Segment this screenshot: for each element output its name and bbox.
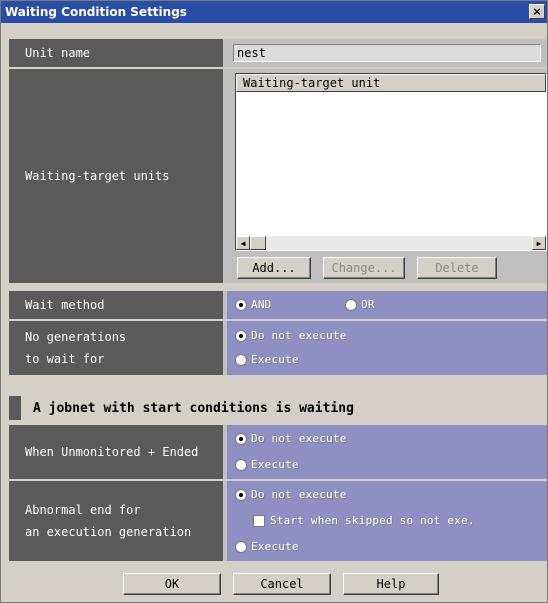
radio-unselected-icon[interactable] (345, 298, 357, 311)
radio-selected-icon[interactable] (235, 488, 247, 501)
radio-selected-icon[interactable] (235, 329, 247, 342)
waiting-target-cell: Waiting-target unit ◀ ▶ Add... Change...… (227, 69, 547, 283)
waiting-target-row: Waiting-target units Waiting-target unit… (9, 69, 547, 283)
radio-unselected-icon[interactable] (235, 458, 247, 471)
scroll-thumb[interactable] (250, 236, 266, 250)
no-generations-cell: Do not execute Execute (227, 321, 547, 375)
section-marker (9, 396, 21, 420)
radio-selected-icon[interactable] (235, 432, 247, 445)
delete-button[interactable]: Delete (417, 257, 497, 279)
wait-method-cell: AND OR (227, 291, 547, 319)
cancel-button[interactable]: Cancel (233, 573, 331, 595)
add-button[interactable]: Add... (237, 257, 311, 279)
radio-unselected-icon[interactable] (235, 540, 247, 553)
change-button[interactable]: Change... (323, 257, 405, 279)
unit-name-label: Unit name (9, 39, 223, 67)
abnormal-end-label: Abnormal end for an execution generation (9, 481, 223, 561)
radio-do-not-execute[interactable]: Do not execute (235, 432, 347, 445)
no-generations-row: No generations to wait for Do not execut… (9, 321, 547, 375)
unmonitored-ended-label: When Unmonitored + Ended (9, 425, 223, 479)
waiting-target-label: Waiting-target units (9, 69, 223, 283)
radio-execute[interactable]: Execute (235, 458, 299, 471)
no-generations-label: No generations to wait for (9, 321, 223, 375)
radio-execute[interactable]: Execute (235, 540, 299, 553)
abnormal-end-cell: Do not execute Start when skipped so not… (227, 481, 547, 561)
dialog-window: Waiting Condition Settings × Unit name n… (0, 0, 548, 603)
horizontal-scrollbar[interactable]: ◀ ▶ (236, 236, 546, 250)
checkbox-icon[interactable] (253, 514, 265, 527)
waiting-target-list[interactable]: Waiting-target unit ◀ ▶ (235, 73, 547, 251)
list-column-header[interactable]: Waiting-target unit (236, 74, 546, 92)
radio-execute[interactable]: Execute (235, 353, 299, 366)
radio-do-not-execute[interactable]: Do not execute (235, 329, 347, 342)
unmonitored-ended-row: When Unmonitored + Ended Do not execute … (9, 425, 547, 479)
radio-do-not-execute[interactable]: Do not execute (235, 488, 347, 501)
unmonitored-ended-cell: Do not execute Execute (227, 425, 547, 479)
radio-selected-icon[interactable] (235, 298, 247, 311)
unit-name-row: Unit name nest (9, 39, 547, 67)
scroll-left-icon[interactable]: ◀ (236, 236, 250, 250)
title-bar[interactable]: Waiting Condition Settings × (1, 1, 547, 23)
unit-name-cell: nest (227, 39, 547, 67)
ok-button[interactable]: OK (123, 573, 221, 595)
radio-and[interactable]: AND (235, 298, 271, 311)
help-button[interactable]: Help (343, 573, 439, 595)
close-icon[interactable]: × (529, 4, 545, 19)
scroll-right-icon[interactable]: ▶ (532, 236, 546, 250)
start-when-skipped-checkbox[interactable]: Start when skipped so not exe. (253, 514, 475, 527)
wait-method-label: Wait method (9, 291, 223, 319)
wait-method-row: Wait method AND OR (9, 291, 547, 319)
window-title: Waiting Condition Settings (5, 5, 187, 19)
start-conditions-section-header: A jobnet with start conditions is waitin… (9, 396, 547, 420)
abnormal-end-row: Abnormal end for an execution generation… (9, 481, 547, 561)
radio-or[interactable]: OR (345, 298, 375, 311)
unit-name-field[interactable]: nest (233, 44, 541, 62)
radio-unselected-icon[interactable] (235, 353, 247, 366)
